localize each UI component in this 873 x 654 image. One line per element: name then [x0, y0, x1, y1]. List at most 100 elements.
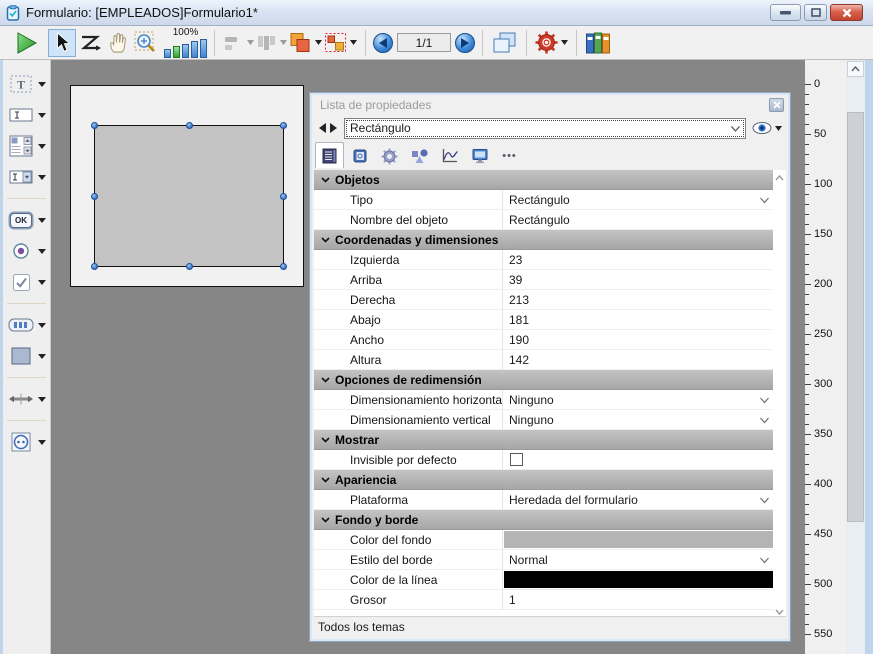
- property-value[interactable]: [502, 450, 776, 469]
- selection-handle[interactable]: [91, 122, 98, 129]
- chevron-down-icon[interactable]: [759, 397, 770, 404]
- radio-button-tool[interactable]: [3, 239, 50, 263]
- listbox-tool[interactable]: [3, 134, 50, 158]
- button-tool[interactable]: OK: [3, 208, 50, 232]
- tab-control-tool[interactable]: [3, 313, 50, 337]
- selection-handle[interactable]: [91, 263, 98, 270]
- level-button[interactable]: [288, 29, 323, 57]
- align-button[interactable]: [222, 29, 255, 57]
- property-value[interactable]: Heredada del formulario: [502, 490, 776, 509]
- dropdown-caret-icon[interactable]: [38, 440, 46, 445]
- previous-page-button[interactable]: [373, 33, 393, 53]
- dropdown-caret-icon[interactable]: [38, 175, 46, 180]
- visibility-eye-icon[interactable]: [752, 121, 772, 135]
- minimize-button[interactable]: [770, 4, 801, 21]
- zoom-tool-button[interactable]: [132, 29, 160, 57]
- property-panel-titlebar[interactable]: Lista de propiedades: [312, 95, 788, 115]
- tab-book[interactable]: [345, 144, 374, 168]
- selection-handle[interactable]: [186, 122, 193, 129]
- property-grid-scrollbar[interactable]: [773, 170, 786, 619]
- property-section-header[interactable]: Fondo y borde: [314, 510, 776, 530]
- property-section-header[interactable]: Opciones de redimensión: [314, 370, 776, 390]
- color-swatch[interactable]: [504, 571, 775, 588]
- property-value[interactable]: [502, 530, 776, 549]
- vertical-scrollbar[interactable]: [846, 60, 865, 654]
- page-indicator-field[interactable]: 1/1: [397, 33, 451, 52]
- entry-order-button[interactable]: [76, 29, 104, 57]
- themes-filter-label[interactable]: Todos los temas: [318, 620, 405, 634]
- color-swatch[interactable]: [504, 531, 775, 548]
- object-selector-combobox[interactable]: Rectángulo: [344, 118, 746, 139]
- next-page-button[interactable]: [455, 33, 475, 53]
- tab-actions[interactable]: [375, 144, 404, 168]
- tab-objects[interactable]: [405, 144, 434, 168]
- zoom-level-bars[interactable]: 100%: [164, 28, 207, 58]
- rectangle-tool[interactable]: [3, 344, 50, 368]
- property-value[interactable]: Ninguno: [502, 410, 776, 429]
- property-value[interactable]: 213: [502, 290, 776, 309]
- property-value[interactable]: Normal: [502, 550, 776, 569]
- splitter-tool[interactable]: [3, 387, 50, 411]
- property-value[interactable]: Rectángulo: [502, 190, 776, 209]
- tab-property-list[interactable]: [315, 142, 344, 168]
- scrollbar-thumb[interactable]: [847, 112, 864, 522]
- panel-close-button[interactable]: [769, 98, 784, 112]
- selection-handle[interactable]: [280, 122, 287, 129]
- dropdown-caret-icon[interactable]: [38, 144, 46, 149]
- property-value[interactable]: Ninguno: [502, 390, 776, 409]
- chevron-down-icon[interactable]: [759, 197, 770, 204]
- close-button[interactable]: [830, 4, 863, 21]
- chevron-down-icon[interactable]: [759, 417, 770, 424]
- checkbox[interactable]: [510, 453, 523, 466]
- dropdown-caret-icon[interactable]: [38, 113, 46, 118]
- execute-form-button[interactable]: [12, 29, 40, 57]
- plugin-area-tool[interactable]: [3, 430, 50, 454]
- property-value[interactable]: Rectángulo: [502, 210, 776, 229]
- form-canvas[interactable]: [70, 85, 304, 287]
- property-value[interactable]: 181: [502, 310, 776, 329]
- property-section-header[interactable]: Apariencia: [314, 470, 776, 490]
- selection-handle[interactable]: [91, 193, 98, 200]
- input-tool[interactable]: [3, 103, 50, 127]
- form-pages-button[interactable]: [490, 29, 519, 57]
- dropdown-caret-icon[interactable]: [38, 82, 46, 87]
- property-value[interactable]: 142: [502, 350, 776, 369]
- property-value[interactable]: 190: [502, 330, 776, 349]
- tab-more[interactable]: •••: [495, 144, 524, 168]
- combobox-tool[interactable]: [3, 165, 50, 189]
- explorer-button[interactable]: [584, 29, 612, 57]
- property-section-header[interactable]: Mostrar: [314, 430, 776, 450]
- previous-object-icon[interactable]: [318, 123, 327, 133]
- selected-rectangle-object[interactable]: [94, 125, 284, 267]
- scroll-up-icon[interactable]: [774, 172, 785, 183]
- form-properties-button[interactable]: [534, 29, 569, 57]
- dropdown-caret-icon[interactable]: [38, 397, 46, 402]
- property-value[interactable]: 39: [502, 270, 776, 289]
- selection-handle[interactable]: [186, 263, 193, 270]
- distribute-button[interactable]: [255, 29, 288, 57]
- move-tool-button[interactable]: [104, 29, 132, 57]
- property-value[interactable]: 1: [502, 590, 776, 609]
- chevron-down-icon[interactable]: [759, 557, 770, 564]
- property-section-header[interactable]: Coordenadas y dimensiones: [314, 230, 776, 250]
- property-section-header[interactable]: Objetos: [314, 170, 776, 190]
- tab-display[interactable]: [465, 144, 494, 168]
- dropdown-caret-icon[interactable]: [38, 323, 46, 328]
- dropdown-caret-icon[interactable]: [38, 218, 46, 223]
- selection-handle[interactable]: [280, 263, 287, 270]
- property-value[interactable]: 23: [502, 250, 776, 269]
- restore-button[interactable]: [804, 4, 827, 21]
- text-tool[interactable]: T: [3, 72, 50, 96]
- select-tool-button[interactable]: [48, 29, 76, 57]
- chevron-down-icon[interactable]: [759, 497, 770, 504]
- dropdown-caret-icon[interactable]: [38, 249, 46, 254]
- checkbox-tool[interactable]: [3, 270, 50, 294]
- selection-handle[interactable]: [280, 193, 287, 200]
- group-button[interactable]: [323, 29, 358, 57]
- next-object-icon[interactable]: [329, 123, 338, 133]
- dropdown-caret-icon[interactable]: [38, 354, 46, 359]
- property-value[interactable]: [502, 570, 776, 589]
- dropdown-caret-icon[interactable]: [775, 126, 782, 131]
- dropdown-caret-icon[interactable]: [38, 280, 46, 285]
- scroll-up-button[interactable]: [847, 61, 864, 77]
